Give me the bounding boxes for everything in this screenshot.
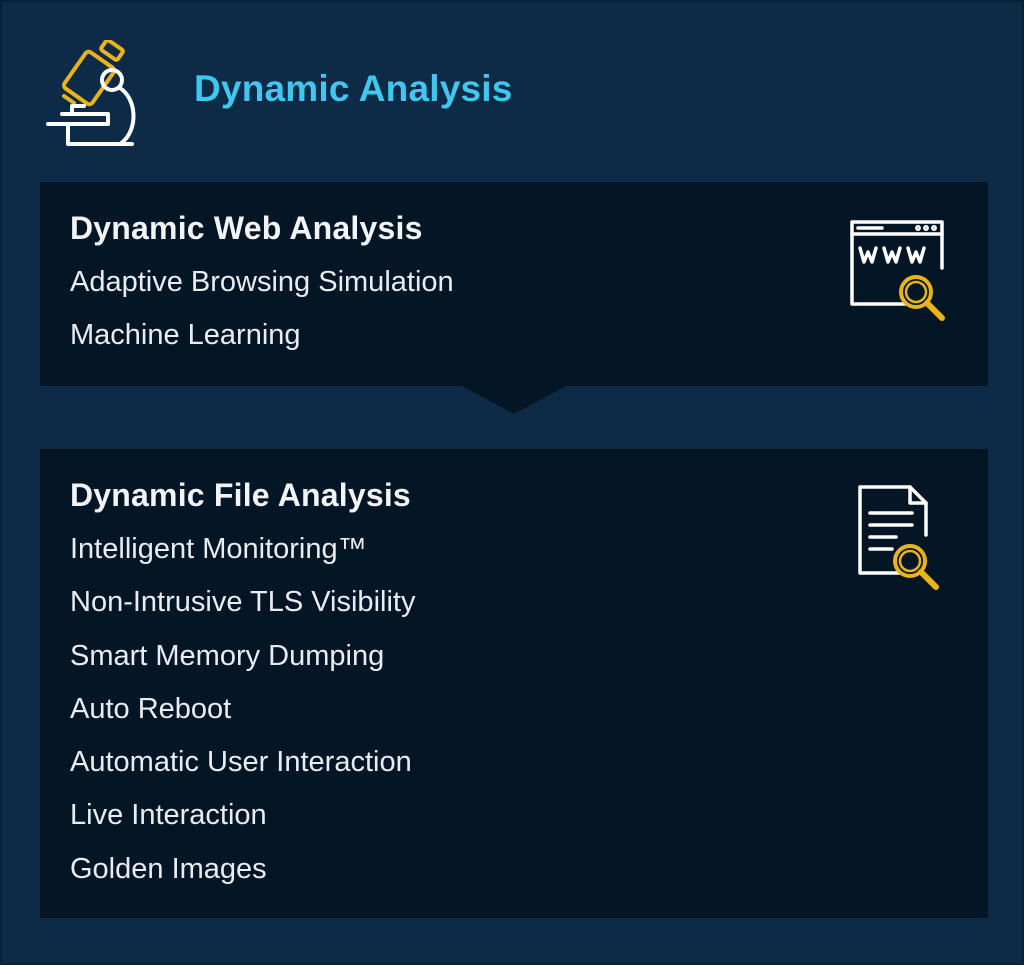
feature-item: Machine Learning bbox=[70, 319, 301, 352]
document-search-icon bbox=[858, 485, 939, 590]
feature-item: Automatic User Interaction bbox=[70, 746, 412, 779]
web-analysis-card: Dynamic Web Analysis Adaptive Browsing S… bbox=[40, 182, 988, 386]
file-analysis-title: Dynamic File Analysis bbox=[70, 477, 411, 513]
microscope-icon bbox=[46, 40, 136, 146]
feature-item: Adaptive Browsing Simulation bbox=[70, 266, 454, 298]
dynamic-analysis-panel: Dynamic Analysis Dynamic Web Analysis Ad… bbox=[0, 0, 1024, 965]
file-analysis-feature-list: Intelligent Monitoring™ Non-Intrusive TL… bbox=[70, 531, 415, 904]
browser-www-search-icon bbox=[850, 220, 945, 321]
web-analysis-feature-list: Adaptive Browsing Simulation Machine Lea… bbox=[70, 264, 454, 371]
feature-item: Golden Images bbox=[70, 852, 267, 885]
web-analysis-title: Dynamic Web Analysis bbox=[70, 210, 423, 246]
file-analysis-card: Dynamic File Analysis Intelligent Monito… bbox=[40, 449, 988, 918]
feature-item: Live Interaction bbox=[70, 799, 267, 832]
feature-item: Auto Reboot bbox=[70, 692, 232, 725]
page-title: Dynamic Analysis bbox=[194, 68, 513, 109]
feature-item: Intelligent Monitoring™ bbox=[70, 533, 367, 565]
card-connector-arrow bbox=[462, 386, 566, 414]
feature-item: Smart Memory Dumping bbox=[70, 639, 385, 672]
feature-item: Non-Intrusive TLS Visibility bbox=[70, 586, 416, 619]
